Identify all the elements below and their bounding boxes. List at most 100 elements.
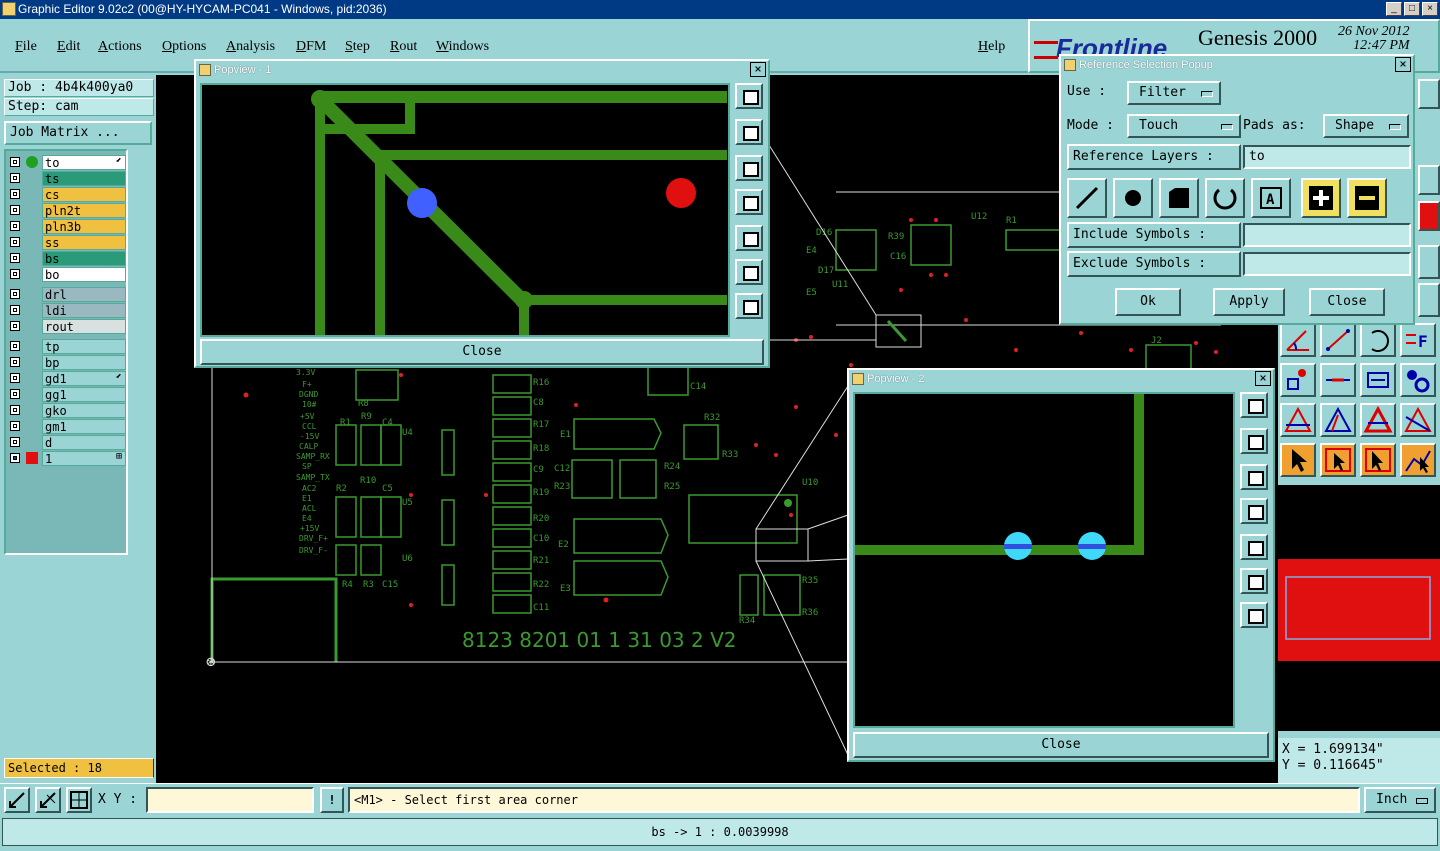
job-matrix-button[interactable]: Job Matrix ...	[4, 121, 152, 145]
triangle-resize-icon[interactable]	[1400, 403, 1436, 437]
menu-analysis[interactable]: Analysis	[226, 39, 275, 55]
layer-checkbox[interactable]	[10, 341, 20, 351]
tool-partial-icon[interactable]	[1418, 79, 1440, 109]
use-dropdown[interactable]: Filter	[1127, 81, 1221, 105]
layer-row[interactable]: drl	[8, 287, 126, 302]
layer-row[interactable]: bp	[8, 355, 126, 370]
pointer-icon[interactable]	[1280, 443, 1316, 477]
layer-row[interactable]: 1 ⊞	[8, 451, 126, 466]
layer-checkbox[interactable]	[10, 173, 20, 183]
menu-file[interactable]: File	[15, 39, 37, 55]
pointer-box-icon[interactable]	[1320, 443, 1356, 477]
surface-shape-icon[interactable]	[1159, 178, 1199, 218]
pad-tool-icon[interactable]	[1400, 363, 1436, 397]
layer-checkbox[interactable]	[10, 269, 20, 279]
pan-right-icon[interactable]	[735, 225, 763, 251]
menu-edit[interactable]: Edit	[57, 39, 80, 55]
pan-down-icon[interactable]	[735, 155, 763, 181]
measure-distance-icon[interactable]	[35, 787, 61, 813]
zoom-out-icon[interactable]	[1240, 602, 1268, 628]
triangle-tool-icon[interactable]	[1280, 403, 1316, 437]
layer-row[interactable]: d	[8, 435, 126, 450]
refpopup-close-button[interactable]: Close	[1309, 288, 1385, 316]
minimize-button[interactable]: _	[1386, 2, 1402, 16]
layer-row[interactable]: ss	[8, 235, 126, 250]
popview-2-close-icon[interactable]: ×	[1255, 371, 1271, 386]
line-shape-icon[interactable]	[1067, 178, 1107, 218]
tool-partial-icon[interactable]	[1418, 283, 1440, 317]
layer-row[interactable]: bo	[8, 267, 126, 282]
layer-checkbox[interactable]	[10, 157, 20, 167]
layer-checkbox[interactable]	[10, 389, 20, 399]
layer-checkbox[interactable]	[10, 357, 20, 367]
angle-tool-icon[interactable]	[1280, 323, 1316, 357]
popview-1-close-icon[interactable]: ×	[750, 62, 766, 77]
menu-step[interactable]: Step	[345, 39, 370, 55]
triangle-move-icon[interactable]	[1320, 403, 1356, 437]
pad-shape-icon[interactable]	[1113, 178, 1153, 218]
layer-checkbox[interactable]	[10, 437, 20, 447]
menu-rout[interactable]: Rout	[390, 39, 417, 55]
tool-partial-icon[interactable]	[1418, 245, 1440, 279]
overview-minimap[interactable]	[1278, 485, 1440, 731]
menu-options[interactable]: Options	[162, 39, 206, 55]
layer-row[interactable]: cs	[8, 187, 126, 202]
popview-1-canvas[interactable]	[200, 83, 730, 337]
layer-checkbox[interactable]	[10, 237, 20, 247]
include-symbols-label[interactable]: Include Symbols :	[1067, 222, 1241, 248]
exclude-symbols-label[interactable]: Exclude Symbols :	[1067, 251, 1241, 277]
layer-checkbox[interactable]	[10, 321, 20, 331]
pan-left-icon[interactable]	[1240, 498, 1268, 524]
close-window-button[interactable]: ×	[1422, 2, 1438, 16]
alert-button[interactable]: !	[320, 787, 344, 813]
layer-checkbox[interactable]	[10, 189, 20, 199]
zoom-out-icon[interactable]	[735, 293, 763, 319]
layer-checkbox[interactable]	[10, 405, 20, 415]
negative-polarity-icon[interactable]	[1347, 178, 1387, 218]
pan-right-icon[interactable]	[1240, 534, 1268, 560]
reference-layers-label[interactable]: Reference Layers :	[1067, 144, 1241, 170]
maximize-button[interactable]: □	[1404, 2, 1420, 16]
menu-help[interactable]: Help	[978, 39, 1005, 55]
text-shape-icon[interactable]: A	[1251, 178, 1291, 218]
triangle-copy-icon[interactable]	[1360, 403, 1396, 437]
layer-row[interactable]: rout	[8, 319, 126, 334]
layer-checkbox[interactable]	[10, 289, 20, 299]
layer-row[interactable]: pln3b	[8, 219, 126, 234]
units-dropdown[interactable]: Inch	[1364, 787, 1436, 813]
ok-button[interactable]: Ok	[1115, 288, 1181, 316]
popview-2-close-button[interactable]: Close	[853, 732, 1269, 758]
refpopup-close-icon[interactable]: ×	[1395, 57, 1411, 72]
popview-1-close-button[interactable]: Close	[200, 339, 764, 365]
layer-row[interactable]: gd1 ⬋	[8, 371, 126, 386]
include-symbols-input[interactable]	[1243, 223, 1411, 247]
cut-line-icon[interactable]	[1320, 363, 1356, 397]
pads-as-dropdown[interactable]: Shape	[1323, 114, 1409, 138]
zoom-in-icon[interactable]	[1240, 568, 1268, 594]
popview-2-canvas[interactable]	[853, 392, 1235, 728]
grid-snap-icon[interactable]	[66, 787, 92, 813]
pan-up-icon[interactable]	[735, 119, 763, 145]
pan-left-icon[interactable]	[735, 189, 763, 215]
layer-row[interactable]: ldi	[8, 303, 126, 318]
layer-checkbox[interactable]	[10, 373, 20, 383]
layer-checkbox[interactable]	[10, 305, 20, 315]
menu-dfm[interactable]: DFM	[296, 39, 326, 55]
mode-dropdown[interactable]: Touch	[1127, 114, 1241, 138]
arc-tool-icon[interactable]	[1360, 323, 1396, 357]
exclude-symbols-input[interactable]	[1243, 252, 1411, 276]
layer-row[interactable]: gm1	[8, 419, 126, 434]
zoom-area-icon[interactable]	[4, 787, 30, 813]
arc-shape-icon[interactable]	[1205, 178, 1245, 218]
layer-checkbox[interactable]	[10, 453, 20, 463]
layer-row[interactable]: pln2t	[8, 203, 126, 218]
layer-row[interactable]: bs	[8, 251, 126, 266]
tool-partial-icon[interactable]	[1418, 165, 1440, 195]
line-tool-icon[interactable]	[1320, 323, 1356, 357]
layer-checkbox[interactable]	[10, 253, 20, 263]
layer-checkbox[interactable]	[10, 421, 20, 431]
layer-row[interactable]: tp	[8, 339, 126, 354]
layer-row[interactable]: gko	[8, 403, 126, 418]
pointer-touch-icon[interactable]	[1360, 443, 1396, 477]
layer-row[interactable]: to ⬋	[8, 155, 126, 170]
